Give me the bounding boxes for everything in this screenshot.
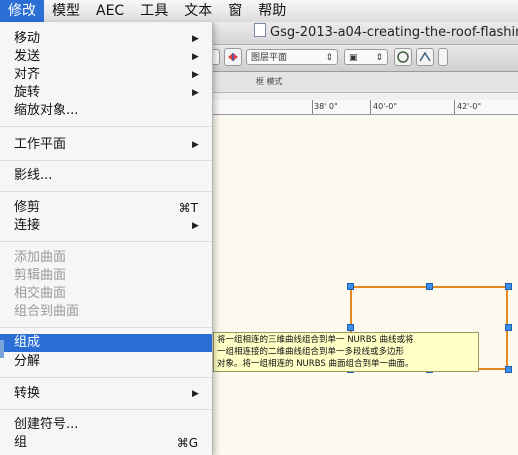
tooltip-line: 将一组相连的三维曲线组合到单一 NURBS 曲线或将: [217, 335, 414, 345]
view-icon: ▣: [349, 53, 358, 63]
menu-separator: [0, 377, 212, 378]
menu-item-scale[interactable]: 缩放对象...: [0, 102, 212, 120]
menu-item-intersect-surface: 相交曲面: [0, 285, 212, 303]
menu-item-label: 组成: [14, 335, 41, 350]
menu-item-label: 添加曲面: [14, 250, 67, 265]
background-window-edge: [0, 340, 4, 358]
menu-item-align[interactable]: 对齐 ▶: [0, 66, 212, 84]
menu-item-decompose[interactable]: 分解: [0, 353, 212, 371]
menu-separator: [0, 126, 212, 127]
menu-separator: [0, 327, 212, 328]
menu-item-compose[interactable]: 组成: [0, 334, 212, 352]
menu-item-label: 修剪: [14, 200, 41, 215]
menu-item-label: 组合到曲面: [14, 304, 80, 319]
submenu-arrow-icon: ▶: [192, 52, 199, 62]
ruler-label: 42'-0": [457, 102, 482, 111]
horizontal-ruler: 38' 0" 40'-0" 42'-0": [210, 100, 518, 115]
selection-handle[interactable]: [347, 324, 354, 331]
selection-handle[interactable]: [505, 283, 512, 290]
ruler-label: 40'-0": [373, 102, 398, 111]
mode-label: 框 模式: [256, 77, 283, 86]
select-arrows-icon: ⇕: [375, 53, 383, 63]
menu-item-clip-surface: 剪辑曲面: [0, 267, 212, 285]
selection-handle[interactable]: [347, 283, 354, 290]
select-arrows-icon: ⇕: [325, 53, 333, 63]
drawing-canvas[interactable]: [210, 115, 518, 455]
menu-item-label: 移动: [14, 31, 41, 46]
window-titlebar: Gsg-2013-a04-creating-the-roof-flashing: [210, 22, 518, 45]
menu-item-label: 旋转: [14, 85, 41, 100]
menu-item-label: 缩放对象...: [14, 103, 79, 118]
submenu-arrow-icon: ▶: [192, 389, 199, 399]
tooltip-line: 对象。将一组相连的 NURBS 曲面组合到单一曲面。: [217, 359, 414, 369]
menu-item-label: 创建符号...: [14, 417, 79, 432]
menu-item-tooltip: 将一组相连的三维曲线组合到单一 NURBS 曲线或将 一组相连接的二维曲线组合到…: [213, 332, 479, 372]
menu-item-rotate[interactable]: 旋转 ▶: [0, 84, 212, 102]
ruler-label: 38' 0": [314, 102, 338, 111]
menu-item-trim[interactable]: 修剪 ⌘T: [0, 199, 212, 217]
menu-item-move[interactable]: 移动 ▶: [0, 30, 212, 48]
layer-select[interactable]: 图层平面 ⇕: [246, 49, 338, 65]
mode-bar: 框 模式: [210, 72, 518, 93]
window-title: Gsg-2013-a04-creating-the-roof-flashing: [270, 25, 518, 40]
menu-separator: [0, 409, 212, 410]
menu-separator: [0, 241, 212, 242]
submenu-arrow-icon: ▶: [192, 140, 199, 150]
menu-item-label: 连接: [14, 218, 41, 233]
menu-item-group[interactable]: 组 ⌘G: [0, 434, 212, 452]
menu-item-send[interactable]: 发送 ▶: [0, 48, 212, 66]
selection-handle[interactable]: [426, 283, 433, 290]
menu-separator: [0, 160, 212, 161]
menu-window[interactable]: 窗: [220, 0, 250, 22]
menu-item-label: 组: [14, 435, 28, 450]
menu-item-label: 发送: [14, 49, 41, 64]
menu-shortcut: ⌘T: [178, 201, 198, 215]
document-icon: [254, 23, 266, 37]
menu-item-label: 分解: [14, 354, 41, 369]
menu-tools[interactable]: 工具: [132, 0, 176, 22]
submenu-arrow-icon: ▶: [192, 70, 199, 80]
selection-handle[interactable]: [505, 324, 512, 331]
menu-item-combine-surface: 组合到曲面: [0, 303, 212, 321]
flyover-icon[interactable]: [416, 48, 434, 66]
submenu-arrow-icon: ▶: [192, 88, 199, 98]
view-select[interactable]: ▣ ⇕: [344, 49, 388, 65]
menu-model[interactable]: 模型: [44, 0, 88, 22]
menu-aec[interactable]: AEC: [88, 0, 132, 22]
menu-item-label: 转换: [14, 386, 41, 401]
toolbar-overflow-button[interactable]: [438, 48, 448, 66]
render-icon[interactable]: [394, 48, 412, 66]
menu-help[interactable]: 帮助: [250, 0, 294, 22]
menu-item-working-plane[interactable]: 工作平面 ▶: [0, 136, 212, 154]
layer-select-value: 图层平面: [251, 53, 288, 63]
tooltip-line: 一组相连接的二维曲线组合到单一多段线或多边形: [217, 347, 405, 357]
submenu-arrow-icon: ▶: [192, 34, 199, 44]
modify-menu: 移动 ▶ 发送 ▶ 对齐 ▶ 旋转 ▶ 缩放对象... 工作平面 ▶ 影线...…: [0, 22, 213, 455]
menu-modify[interactable]: 修改: [0, 0, 44, 22]
menu-shortcut: ⌘G: [176, 436, 198, 450]
selection-handle[interactable]: [505, 366, 512, 373]
menu-item-label: 剪辑曲面: [14, 268, 67, 283]
layer-icon[interactable]: [224, 48, 242, 66]
menu-item-convert[interactable]: 转换 ▶: [0, 385, 212, 403]
menu-item-label: 对齐: [14, 67, 41, 82]
menu-item-add-surface: 添加曲面: [0, 249, 212, 267]
menu-text[interactable]: 文本: [176, 0, 220, 22]
menu-bar: 修改 模型 AEC 工具 文本 窗 帮助: [0, 0, 518, 23]
menu-item-label: 相交曲面: [14, 286, 67, 301]
menu-item-label: 工作平面: [14, 137, 67, 152]
menu-item-connect[interactable]: 连接 ▶: [0, 217, 212, 235]
submenu-arrow-icon: ▶: [192, 221, 199, 231]
menu-item-shadow[interactable]: 影线...: [0, 167, 212, 185]
menu-item-create-symbol[interactable]: 创建符号...: [0, 416, 212, 434]
menu-separator: [0, 191, 212, 192]
view-toolbar: 图层平面 ⇕ ▣ ⇕: [210, 45, 518, 72]
menu-item-label: 影线...: [14, 168, 53, 183]
